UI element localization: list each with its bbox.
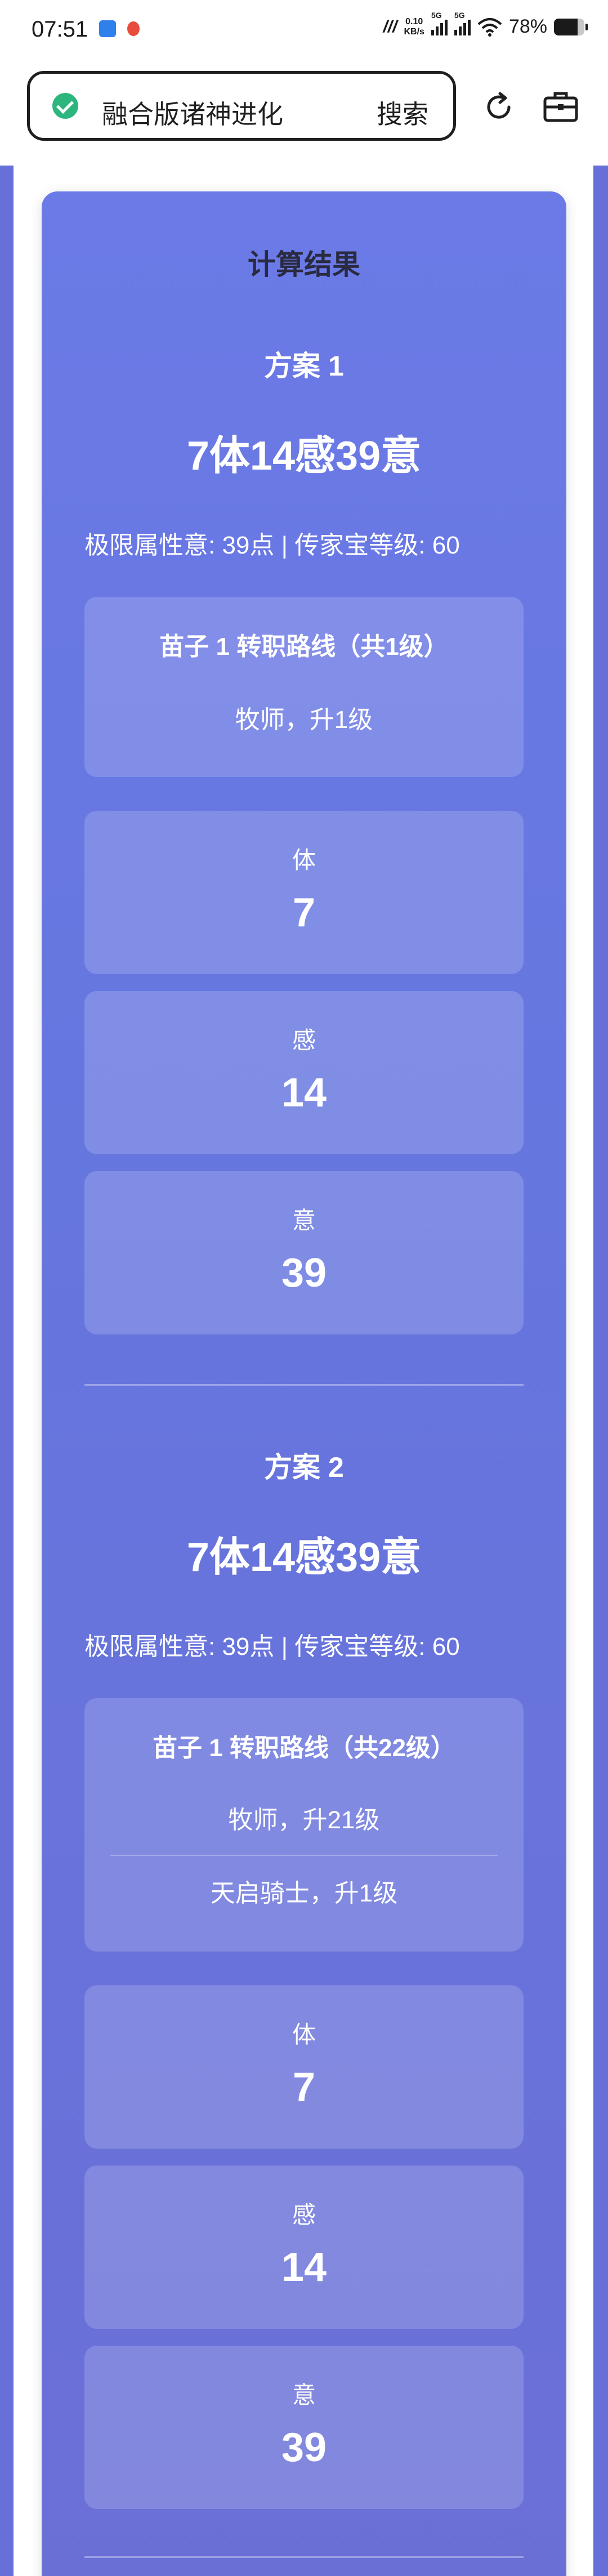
path-box: 苗子 1 转职路线（共22级） 牧师，升21级 天启骑士，升1级 <box>84 1698 524 1952</box>
plan-name: 方案 2 <box>264 1452 344 1483</box>
search-bar[interactable]: 融合版诸神进化 搜索 <box>27 71 456 141</box>
stat-box: 感 14 <box>84 991 524 1154</box>
battery-percent: 78% <box>508 16 547 37</box>
stat-label: 体 <box>292 847 316 873</box>
stat-box: 感 14 <box>84 2166 524 2329</box>
security-shield-icon <box>52 93 78 119</box>
browser-top-bar: 07:51 /// 0.10 KB/s 5G 5G 78% 融合版诸神进化 搜索 <box>0 0 608 166</box>
stat-value: 7 <box>292 890 316 935</box>
refresh-icon[interactable] <box>482 90 516 124</box>
status-bar: 07:51 /// 0.10 KB/s 5G 5G 78% <box>0 0 608 62</box>
stat-value: 14 <box>281 1070 327 1115</box>
wifi-icon <box>477 17 502 37</box>
search-input[interactable]: 融合版诸神进化 <box>102 94 283 131</box>
stat-box: 意 39 <box>84 1171 524 1334</box>
app-notification-icon <box>99 20 116 37</box>
plan-divider <box>84 1384 524 1386</box>
stat-label: 体 <box>292 2021 316 2048</box>
stat-box: 体 7 <box>84 811 524 974</box>
path-title: 苗子 1 转职路线（共1级） <box>159 633 449 660</box>
stat-value: 7 <box>292 2065 316 2110</box>
stat-box: 体 7 <box>84 1985 524 2149</box>
plan-summary: 7体14感39意 <box>186 434 422 479</box>
net-speed: 0.10 KB/s <box>404 17 424 37</box>
plan-summary: 7体14感39意 <box>186 1535 422 1580</box>
plan-name: 方案 1 <box>264 350 344 382</box>
plan-info: 极限属性意: 39点 | 传家宝等级: 60 <box>84 1633 460 1660</box>
nfc-icon: /// <box>383 17 397 36</box>
stat-label: 意 <box>292 2382 316 2408</box>
plan-divider <box>84 2556 524 2558</box>
system-indicators: /// 0.10 KB/s 5G 5G 78% <box>383 11 588 38</box>
plan-info: 极限属性意: 39点 | 传家宝等级: 60 <box>84 532 460 559</box>
path-title: 苗子 1 转职路线（共22级） <box>153 1734 455 1762</box>
net-speed-unit: KB/s <box>404 26 424 37</box>
qq-notification-icon <box>127 21 140 36</box>
stat-box: 意 39 <box>84 2346 524 2509</box>
result-card: 计算结果 方案 1 7体14感39意 极限属性意: 39点 | 传家宝等级: 6… <box>42 191 566 2576</box>
battery-icon <box>554 18 588 35</box>
result-title: 计算结果 <box>248 249 360 280</box>
net-speed-value: 0.10 <box>405 16 423 26</box>
path-step: 牧师，升21级 <box>228 1806 380 1834</box>
path-step: 天启骑士，升1级 <box>210 1879 398 1907</box>
signal-icon-2: 5G <box>454 11 471 35</box>
path-box: 苗子 1 转职路线（共1级） 牧师，升1级 <box>84 597 524 777</box>
status-time: 07:51 <box>32 17 88 42</box>
stat-label: 意 <box>292 1207 316 1234</box>
signal-1-label: 5G <box>431 10 442 20</box>
signal-icon-1: 5G <box>431 11 448 35</box>
signal-2-label: 5G <box>454 10 465 20</box>
stat-value: 14 <box>281 2245 327 2290</box>
stat-value: 39 <box>281 1251 327 1296</box>
path-divider <box>110 1855 498 1856</box>
stat-label: 感 <box>292 2202 316 2228</box>
stat-value: 39 <box>281 2425 327 2470</box>
path-step: 牧师，升1级 <box>235 706 373 734</box>
stat-label: 感 <box>292 1027 316 1053</box>
toolbox-icon[interactable] <box>543 90 579 124</box>
search-button[interactable]: 搜索 <box>377 94 428 131</box>
